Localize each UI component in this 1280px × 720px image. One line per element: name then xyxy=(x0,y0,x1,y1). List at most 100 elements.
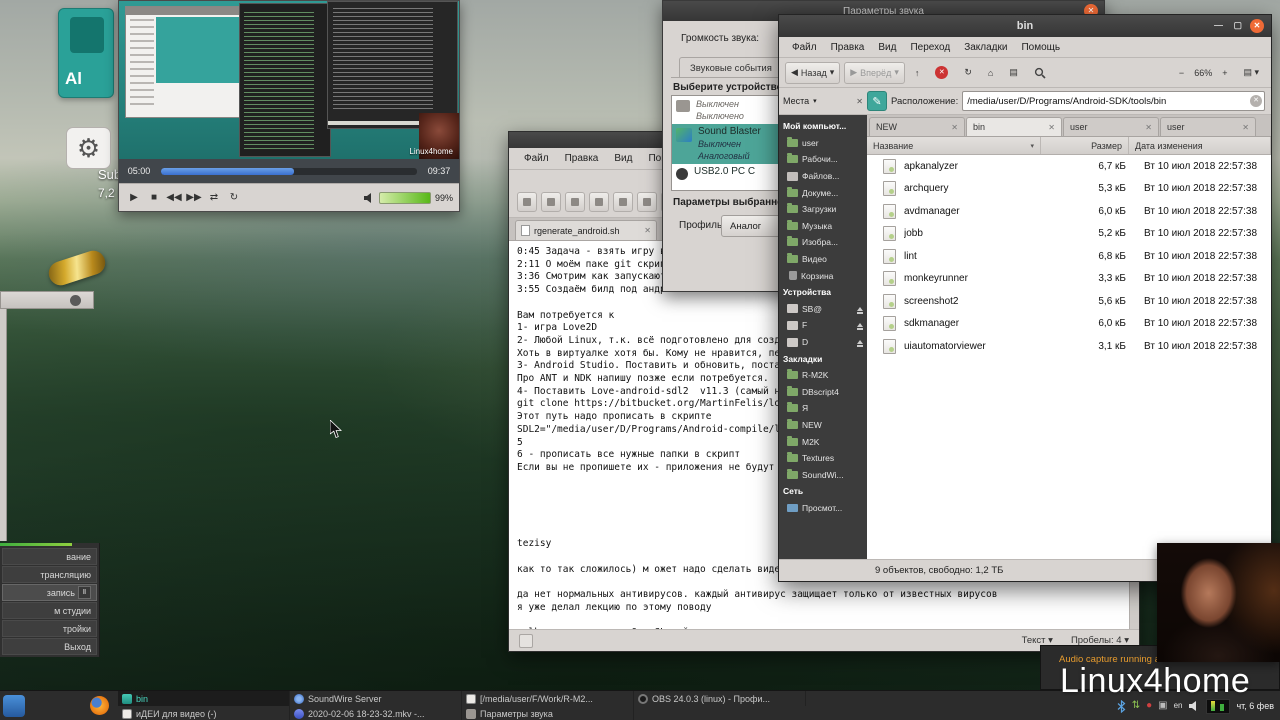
file-row[interactable]: jobb 5,2 кБ Вт 10 июл 2018 22:57:38 xyxy=(867,223,1271,246)
sidebar-item[interactable]: Загрузки xyxy=(779,201,867,218)
transport-button-icon[interactable]: ■ xyxy=(145,188,163,208)
maximize-icon[interactable]: ▢ xyxy=(1233,20,1242,31)
caja-titlebar[interactable]: bin — ▢ ✕ xyxy=(779,15,1271,37)
browser-tab[interactable]: user ✕ xyxy=(1160,117,1256,136)
view-mode-button[interactable]: ▤ ▾ xyxy=(1237,62,1265,84)
file-row[interactable]: monkeyrunner 3,3 кБ Вт 10 июл 2018 22:57… xyxy=(867,268,1271,291)
obs-button[interactable]: запись Ⅱ xyxy=(2,584,97,601)
browser-tab[interactable]: user ✕ xyxy=(1063,117,1159,136)
file-row[interactable]: avdmanager 6,0 кБ Вт 10 июл 2018 22:57:3… xyxy=(867,200,1271,223)
new-file-icon[interactable] xyxy=(517,192,537,212)
close-sidebar-icon[interactable]: ✕ xyxy=(856,97,863,106)
column-name[interactable]: Название ▾ xyxy=(867,137,1041,154)
sidebar-item[interactable]: NEW xyxy=(779,417,867,434)
taskbar-window-button[interactable]: [/media/user/F/Work/R-M2... xyxy=(462,691,634,706)
close-icon[interactable]: ✕ xyxy=(1145,123,1152,132)
taskbar-window-button[interactable]: SoundWire Server xyxy=(290,691,462,706)
sidebar-item[interactable]: Рабочи... xyxy=(779,151,867,168)
clear-location-icon[interactable]: ✕ xyxy=(1250,94,1262,107)
places-header[interactable]: Места ▾ ✕ xyxy=(779,96,867,106)
print-icon[interactable] xyxy=(589,192,609,212)
menu-item[interactable]: Помощь xyxy=(1014,40,1067,55)
sidebar-item[interactable]: F xyxy=(779,317,867,334)
column-size[interactable]: Размер xyxy=(1041,137,1129,154)
sidebar-item[interactable]: Докуме... xyxy=(779,184,867,201)
taskbar-window-button[interactable]: OBS 24.0.3 (linux) - Профи... xyxy=(634,691,806,706)
record-indicator-icon[interactable]: ● xyxy=(1146,701,1152,711)
stop-button[interactable]: ✕ xyxy=(929,62,954,84)
menu-item[interactable]: Переход xyxy=(903,40,957,55)
offscreen-window-titlebar[interactable] xyxy=(0,291,94,309)
column-date[interactable]: Дата изменения xyxy=(1129,137,1271,154)
volume-tray-icon[interactable] xyxy=(1188,700,1200,712)
close-icon[interactable]: ✕ xyxy=(644,226,651,235)
desktop-icon-al[interactable]: Al xyxy=(58,8,114,98)
minimize-icon[interactable]: — xyxy=(1214,20,1223,30)
sidebar-item[interactable]: Изобра... xyxy=(779,234,867,251)
tab-rgenerate-android[interactable]: rgenerate_android.sh ✕ xyxy=(515,220,657,240)
taskbar-window-button[interactable]: bin xyxy=(118,691,290,706)
seek-slider[interactable] xyxy=(161,167,417,175)
pause-icon[interactable]: Ⅱ xyxy=(78,586,91,599)
menu-item[interactable]: Файл xyxy=(517,151,556,166)
up-button[interactable]: ↑ xyxy=(909,62,926,84)
tab-sound-events[interactable]: Звуковые события xyxy=(679,57,783,78)
sidebar-item[interactable]: Закладки xyxy=(779,350,867,367)
sidebar-item[interactable]: Устройства xyxy=(779,284,867,301)
taskbar-window-button[interactable]: 2020-02-06 18-23-32.mkv -... xyxy=(290,706,462,720)
obs-button[interactable]: м студии xyxy=(2,602,97,619)
obs-button[interactable]: трансляцию xyxy=(2,566,97,583)
applications-menu-button[interactable] xyxy=(3,695,25,717)
sidebar-item[interactable]: SB@ xyxy=(779,301,867,318)
open-file-icon[interactable] xyxy=(541,192,561,212)
menu-item[interactable]: Правка xyxy=(824,40,872,55)
sidebar-item[interactable]: Музыка xyxy=(779,218,867,235)
transport-button-icon[interactable]: ⇄ xyxy=(205,188,223,208)
sidebar-item[interactable]: M2K xyxy=(779,433,867,450)
file-row[interactable]: lint 6,8 кБ Вт 10 июл 2018 22:57:38 xyxy=(867,245,1271,268)
eject-icon[interactable] xyxy=(857,340,863,348)
home-button[interactable]: ⌂ xyxy=(982,62,999,84)
sidebar-item[interactable]: Видео xyxy=(779,251,867,268)
transport-button-icon[interactable]: ▶▶ xyxy=(185,188,203,208)
file-row[interactable]: uiautomatorviewer 3,1 кБ Вт 10 июл 2018 … xyxy=(867,335,1271,358)
taskbar-window-button[interactable]: Параметры звука xyxy=(462,706,634,720)
network-traffic-icon[interactable]: ⇅ xyxy=(1132,701,1140,711)
obs-button[interactable]: Выход xyxy=(2,638,97,655)
close-icon[interactable]: ✕ xyxy=(1242,123,1249,132)
sidebar-item[interactable]: Textures xyxy=(779,450,867,467)
transport-button-icon[interactable]: ◀◀ xyxy=(165,188,183,208)
close-icon[interactable]: ✕ xyxy=(1048,123,1055,132)
search-button[interactable] xyxy=(1028,62,1052,84)
sidebar-item[interactable]: R-M2K xyxy=(779,367,867,384)
computer-button[interactable]: ▤ xyxy=(1003,62,1024,84)
sidebar-item[interactable]: Файлов... xyxy=(779,168,867,185)
transport-button-icon[interactable]: ↻ xyxy=(225,188,243,208)
save-icon[interactable] xyxy=(565,192,585,212)
eject-icon[interactable] xyxy=(857,323,863,331)
back-button[interactable]: ◀ Назад ▾ xyxy=(785,61,841,84)
sidebar-item[interactable]: user xyxy=(779,135,867,152)
keyboard-layout-indicator[interactable]: en xyxy=(1174,702,1183,710)
clock[interactable]: чт, 6 фев xyxy=(1236,701,1274,711)
eject-icon[interactable] xyxy=(857,306,863,314)
file-row[interactable]: archquery 5,3 кБ Вт 10 июл 2018 22:57:38 xyxy=(867,178,1271,201)
obs-button[interactable]: вание xyxy=(2,548,97,565)
file-row[interactable]: screenshot2 5,6 кБ Вт 10 июл 2018 22:57:… xyxy=(867,290,1271,313)
undo-icon[interactable] xyxy=(613,192,633,212)
sidebar-item[interactable]: Сеть xyxy=(779,483,867,500)
edit-location-button[interactable]: ✎ xyxy=(867,91,887,111)
zoom-in-button[interactable]: + xyxy=(1216,62,1233,84)
zoom-out-button[interactable]: − xyxy=(1173,62,1190,84)
redo-icon[interactable] xyxy=(637,192,657,212)
sidebar-item[interactable]: Мой компьют... xyxy=(779,118,867,135)
close-icon[interactable]: ✕ xyxy=(951,123,958,132)
desktop-icon-settings[interactable]: ⚙ xyxy=(66,127,111,169)
statusbar-toggle-icon[interactable] xyxy=(519,633,533,648)
browser-tab[interactable]: NEW ✕ xyxy=(869,117,965,136)
menu-item[interactable]: Правка xyxy=(558,151,606,166)
sidebar-item[interactable]: SoundWi... xyxy=(779,466,867,483)
file-row[interactable]: sdkmanager 6,0 кБ Вт 10 июл 2018 22:57:3… xyxy=(867,313,1271,336)
bluetooth-icon[interactable] xyxy=(1117,699,1126,713)
sidebar-item[interactable]: DBscript4 xyxy=(779,384,867,401)
